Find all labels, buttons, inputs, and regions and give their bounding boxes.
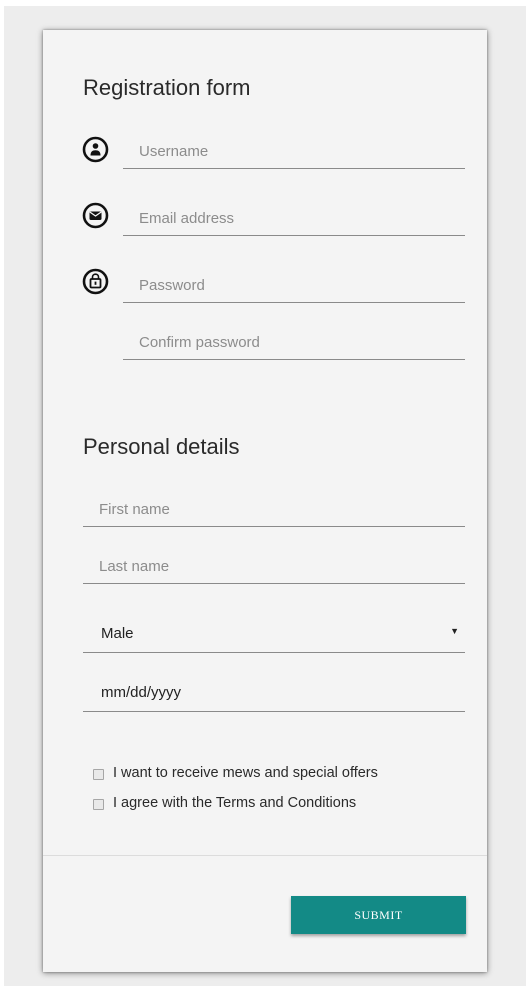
submit-button[interactable]: SUBMIT [291, 896, 466, 934]
birthdate-input[interactable]: mm/dd/yyyy [83, 675, 465, 712]
gender-select[interactable]: Male ▼ [83, 616, 465, 653]
password-input[interactable] [123, 268, 465, 302]
confirm-password-input[interactable] [123, 325, 465, 359]
username-input[interactable] [123, 134, 465, 168]
terms-checkbox[interactable] [93, 799, 104, 810]
newsletter-checkbox[interactable] [93, 769, 104, 780]
email-field[interactable] [123, 201, 465, 236]
confirm-password-field[interactable] [123, 325, 465, 360]
lock-icon [82, 268, 109, 295]
birthdate-value: mm/dd/yyyy [101, 684, 182, 701]
footer-divider [43, 855, 487, 856]
terms-checkbox-label: I agree with the Terms and Conditions [113, 795, 357, 811]
first-name-field[interactable] [83, 492, 465, 527]
password-field[interactable] [123, 268, 465, 303]
first-name-input[interactable] [83, 492, 465, 526]
personal-details-title: Personal details [83, 434, 240, 459]
last-name-input[interactable] [83, 549, 465, 583]
username-field[interactable] [123, 134, 465, 169]
last-name-field[interactable] [83, 549, 465, 584]
caret-down-icon: ▼ [450, 626, 459, 636]
email-input[interactable] [123, 201, 465, 235]
registration-title: Registration form [83, 75, 251, 100]
gender-select-value: Male [101, 625, 134, 642]
newsletter-checkbox-label: I want to receive mews and special offer… [113, 765, 378, 781]
user-icon [82, 136, 109, 163]
registration-card: Registration form P [43, 30, 487, 972]
email-icon [82, 202, 109, 229]
